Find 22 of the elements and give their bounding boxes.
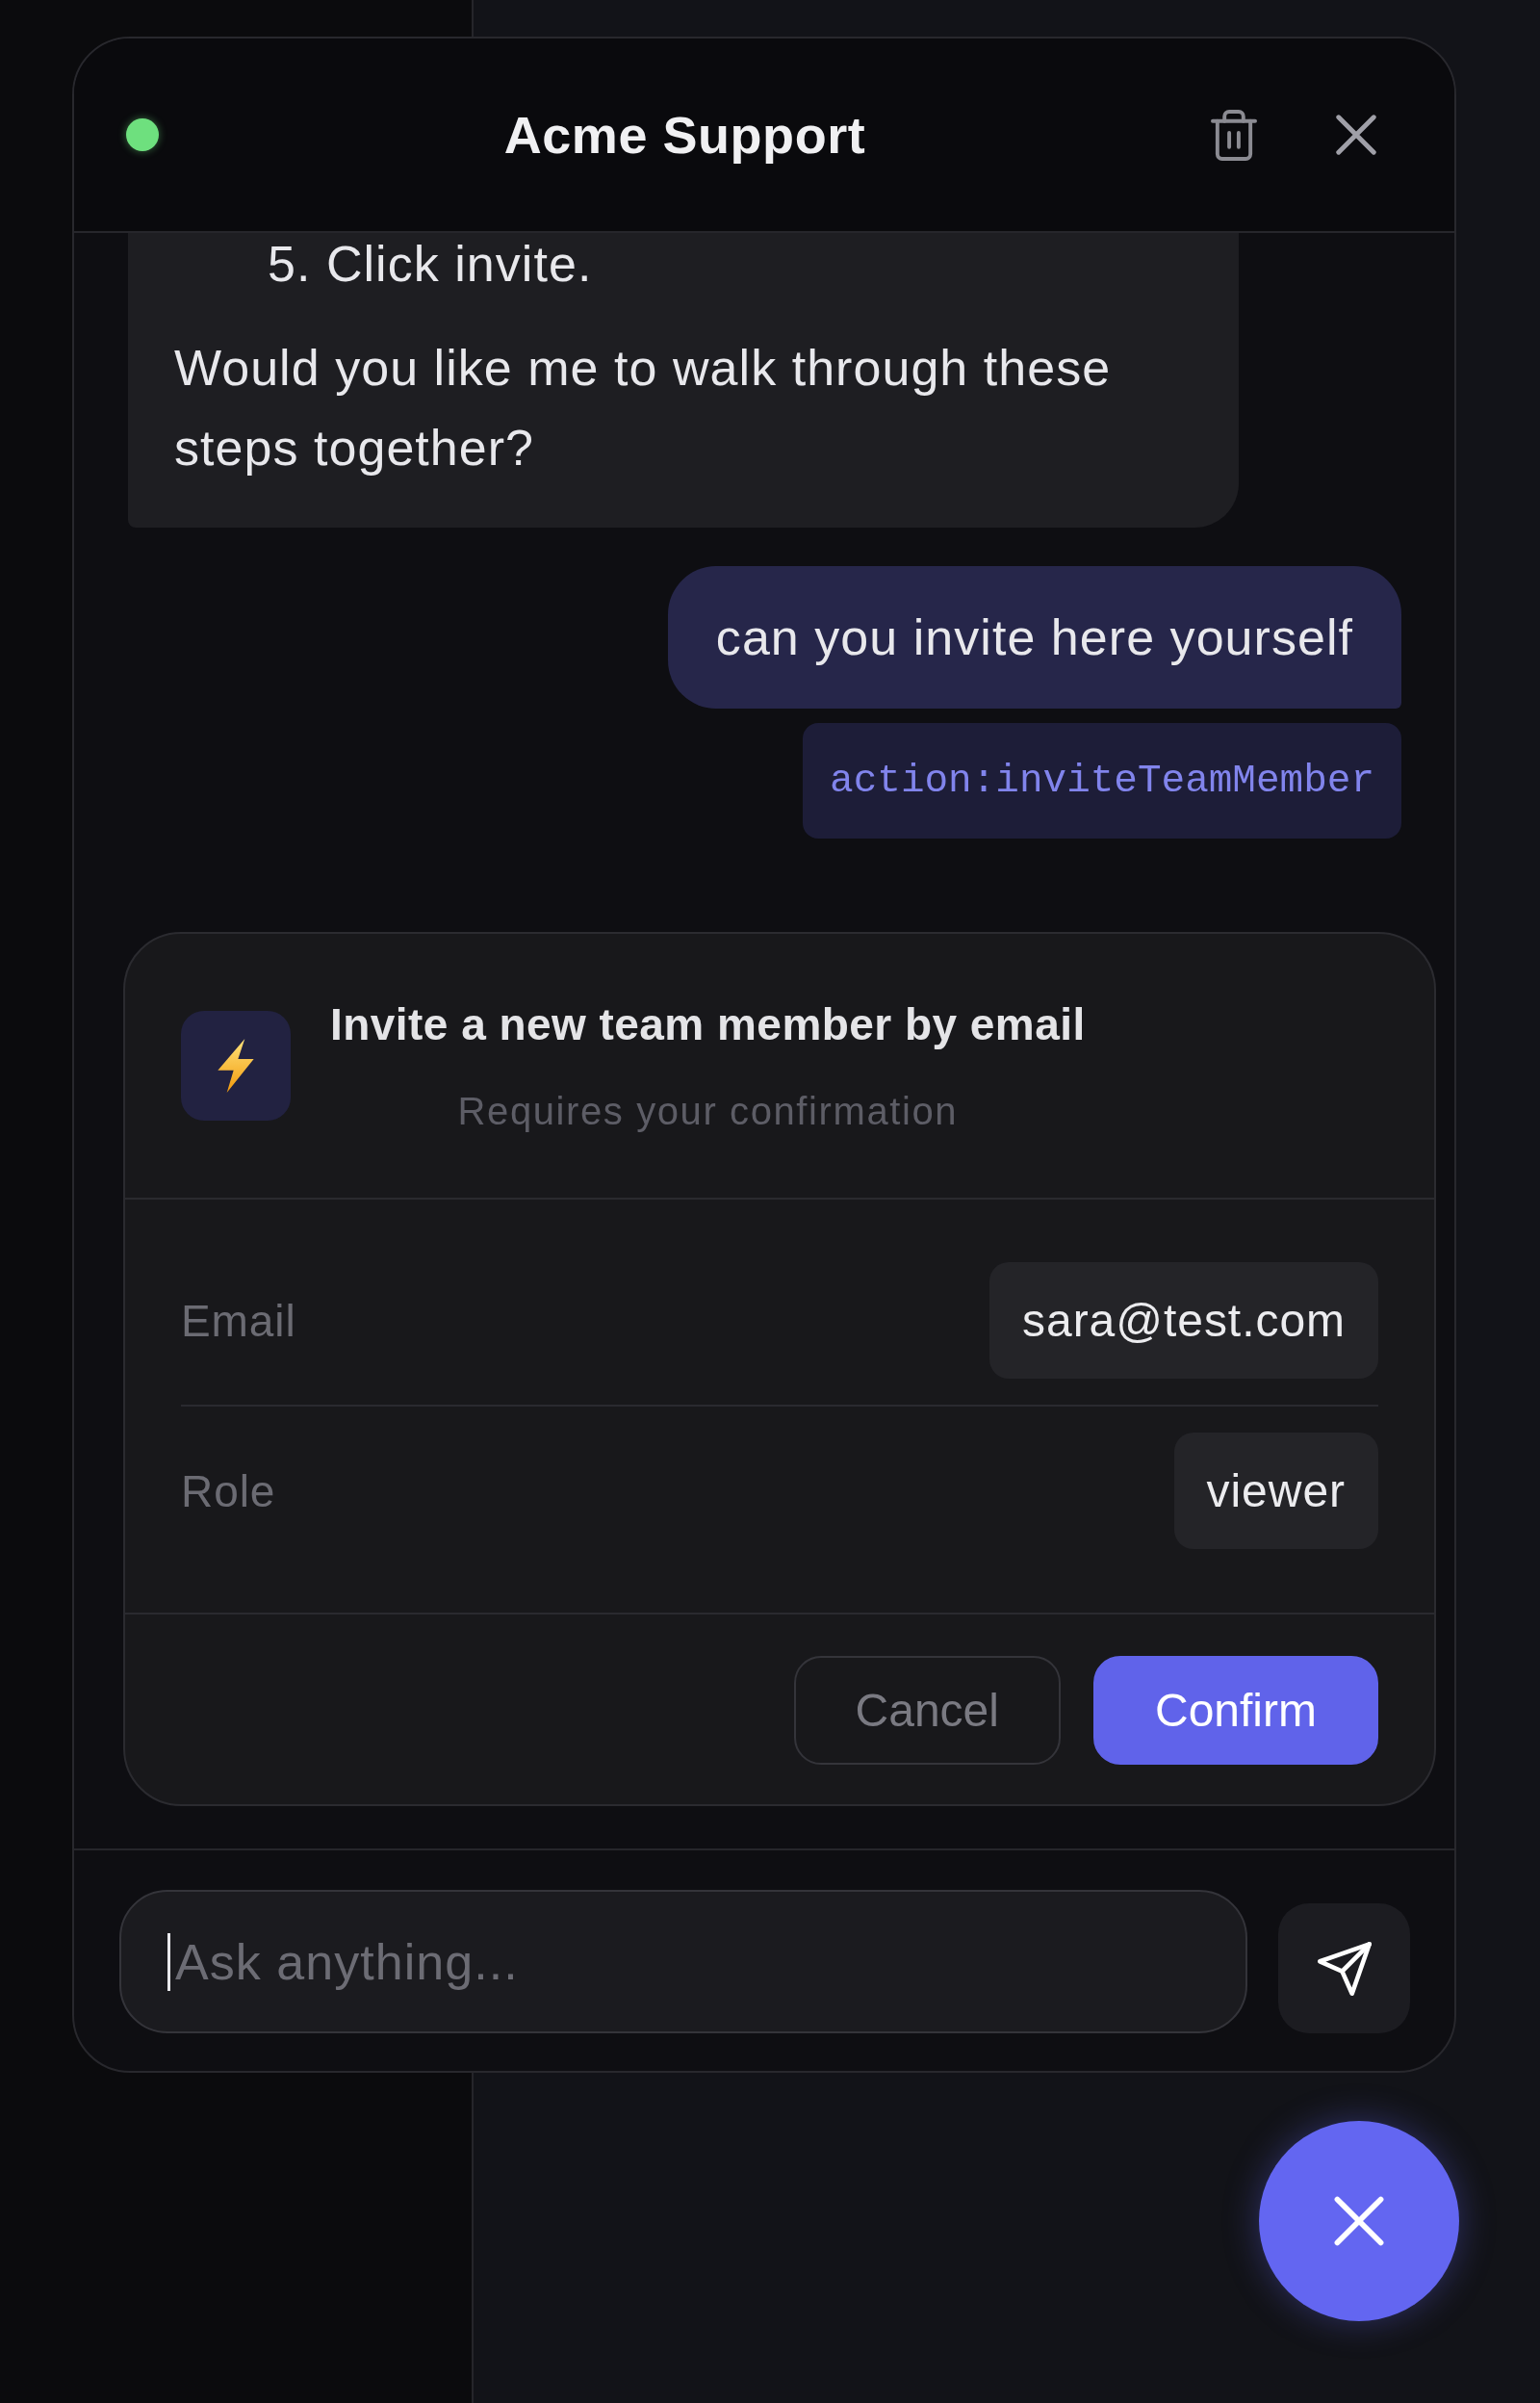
trash-icon xyxy=(1211,109,1257,161)
field-value: viewer xyxy=(1173,1433,1378,1549)
message-text: Would you like me to walk through these steps together? xyxy=(174,339,1113,478)
card-subtitle: Requires your confirmation xyxy=(457,1088,959,1134)
paper-plane-icon xyxy=(1317,1941,1372,1996)
chat-title: Acme Support xyxy=(503,105,866,166)
close-icon xyxy=(1336,115,1376,155)
lightning-icon xyxy=(181,1011,291,1121)
trash-button[interactable] xyxy=(1211,109,1257,161)
field-label: Email xyxy=(181,1294,296,1347)
list-item: 5. Click invite. xyxy=(267,235,594,293)
send-button[interactable] xyxy=(1278,1903,1410,2033)
message-text: can you invite here yourself xyxy=(715,609,1353,665)
cancel-button[interactable]: Cancel xyxy=(793,1656,1061,1765)
field-value: sara@test.com xyxy=(989,1262,1378,1379)
card-title: Invite a new team member by email xyxy=(330,997,1086,1051)
action-tag: action:inviteTeamMember xyxy=(803,723,1401,839)
message-input[interactable]: Ask anything... xyxy=(119,1890,1247,2033)
confirm-button[interactable]: Confirm xyxy=(1092,1656,1378,1765)
field-label: Role xyxy=(181,1464,276,1517)
close-button[interactable] xyxy=(1336,115,1376,155)
close-icon xyxy=(1334,2196,1384,2246)
